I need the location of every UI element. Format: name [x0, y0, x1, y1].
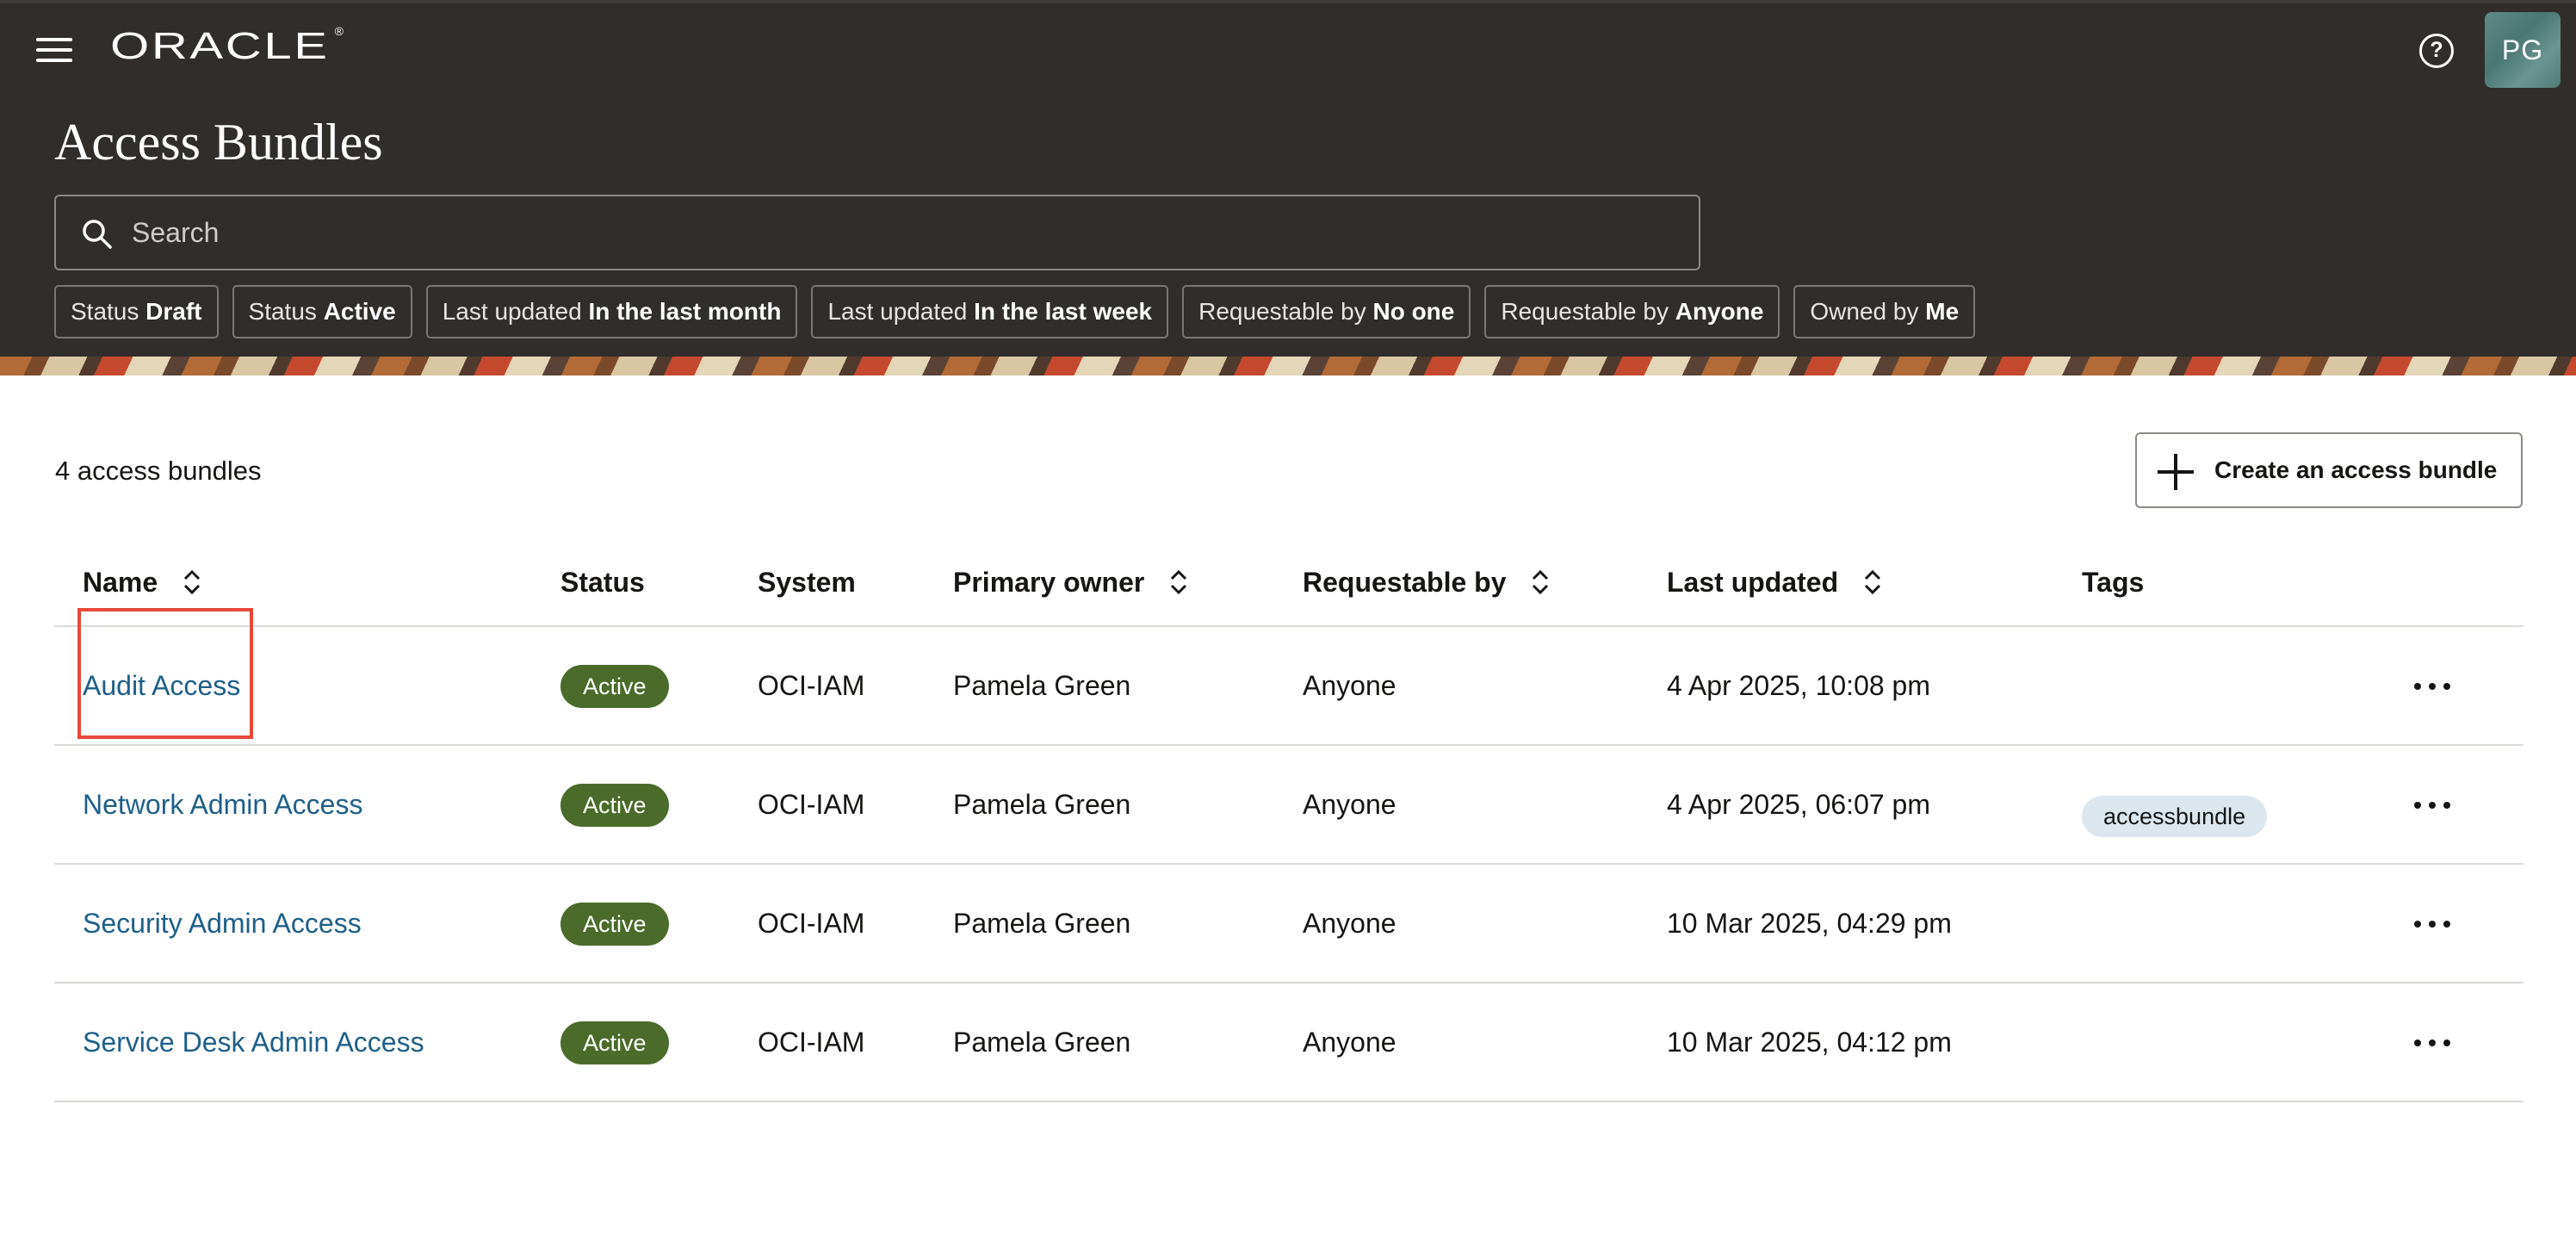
registered-mark: ®	[334, 24, 344, 38]
filter-chip-owned-by-me[interactable]: Owned by Me	[1793, 285, 1976, 338]
top-header: ORACLE ® ? PG Access Bundles Status Draf…	[0, 0, 2576, 357]
filter-chips: Status Draft Status Active Last updated …	[54, 285, 1976, 338]
requestable-by-cell: Anyone	[1303, 789, 1396, 820]
more-actions-icon[interactable]	[2412, 1027, 2454, 1058]
oracle-logo[interactable]: ORACLE ®	[110, 24, 344, 65]
requestable-by-cell: Anyone	[1303, 908, 1396, 939]
last-updated-cell: 10 Mar 2025, 04:29 pm	[1667, 908, 1952, 939]
table-row: Network Admin Access Active OCI-IAM Pame…	[54, 746, 2523, 865]
table-row: Security Admin Access Active OCI-IAM Pam…	[54, 865, 2523, 984]
plus-icon	[2158, 454, 2194, 490]
owner-cell: Pamela Green	[953, 670, 1131, 701]
owner-cell: Pamela Green	[953, 908, 1131, 939]
requestable-by-cell: Anyone	[1303, 670, 1396, 701]
more-actions-icon[interactable]	[2412, 789, 2454, 820]
last-updated-cell: 4 Apr 2025, 06:07 pm	[1667, 789, 1930, 820]
sort-icon[interactable]	[1863, 568, 1882, 597]
bundle-name-link[interactable]: Network Admin Access	[83, 746, 362, 863]
filter-chip-updated-last-month[interactable]: Last updated In the last month	[425, 285, 798, 338]
column-header-status: Status	[560, 567, 645, 598]
decorative-banner	[0, 357, 2576, 375]
column-header-system: System	[758, 567, 856, 598]
filter-chip-updated-last-week[interactable]: Last updated In the last week	[811, 285, 1169, 338]
table-row: Service Desk Admin Access Active OCI-IAM…	[54, 984, 2523, 1102]
create-access-bundle-button[interactable]: Create an access bundle	[2135, 432, 2523, 508]
bundle-name-link[interactable]: Security Admin Access	[83, 865, 362, 982]
more-actions-icon[interactable]	[2412, 670, 2454, 701]
system-cell: OCI-IAM	[758, 789, 865, 820]
column-header-last-updated[interactable]: Last updated	[1667, 539, 1882, 625]
hamburger-menu-icon[interactable]	[36, 34, 74, 64]
last-updated-cell: 10 Mar 2025, 04:12 pm	[1667, 1027, 1952, 1058]
system-cell: OCI-IAM	[758, 670, 865, 701]
filter-chip-status-draft[interactable]: Status Draft	[54, 285, 219, 338]
status-badge: Active	[560, 1021, 669, 1064]
system-cell: OCI-IAM	[758, 908, 865, 939]
search-input[interactable]	[132, 196, 1681, 269]
requestable-by-cell: Anyone	[1303, 1027, 1396, 1058]
sort-icon[interactable]	[1169, 568, 1188, 597]
tag-chip: accessbundle	[2082, 796, 2268, 837]
column-header-primary-owner[interactable]: Primary owner	[953, 539, 1188, 625]
table-row: Audit Access Active OCI-IAM Pamela Green…	[54, 627, 2523, 746]
status-badge: Active	[560, 665, 669, 708]
last-updated-cell: 4 Apr 2025, 10:08 pm	[1667, 670, 1930, 701]
avatar[interactable]: PG	[2485, 12, 2561, 88]
system-cell: OCI-IAM	[758, 1027, 865, 1058]
sort-icon[interactable]	[1531, 568, 1550, 597]
owner-cell: Pamela Green	[953, 1027, 1131, 1058]
bundle-name-link[interactable]: Service Desk Admin Access	[83, 984, 424, 1101]
page-title: Access Bundles	[54, 114, 383, 171]
search-icon	[83, 220, 112, 249]
status-badge: Active	[560, 903, 669, 946]
highlight-box	[77, 608, 253, 739]
column-header-requestable-by[interactable]: Requestable by	[1303, 539, 1550, 625]
column-header-tags: Tags	[2082, 567, 2145, 598]
result-count: 4 access bundles	[55, 456, 262, 486]
help-icon[interactable]: ?	[2419, 34, 2454, 68]
filter-chip-requestable-no-one[interactable]: Requestable by No one	[1182, 285, 1471, 338]
more-actions-icon[interactable]	[2412, 908, 2454, 939]
sort-icon[interactable]	[183, 568, 201, 597]
status-badge: Active	[560, 784, 669, 827]
filter-chip-status-active[interactable]: Status Active	[232, 285, 412, 338]
filter-chip-requestable-anyone[interactable]: Requestable by Anyone	[1484, 285, 1780, 338]
search-box[interactable]	[54, 195, 1700, 270]
owner-cell: Pamela Green	[953, 789, 1131, 820]
